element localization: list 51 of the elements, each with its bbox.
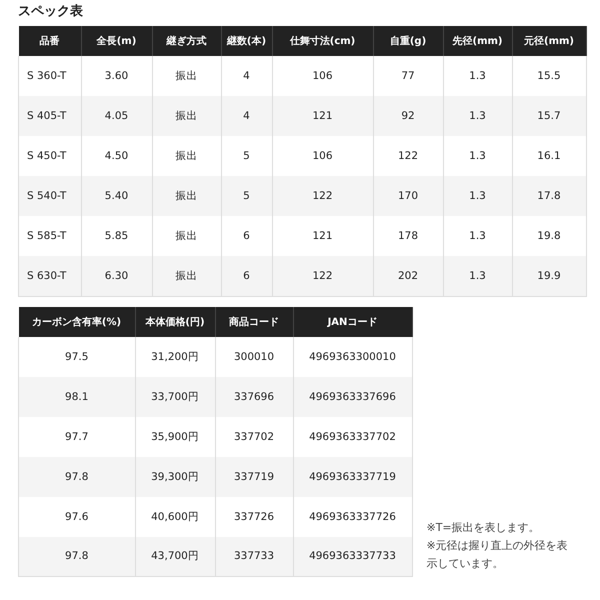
column-header: 継ぎ方式 [152,26,221,56]
table-cell: 97.8 [18,536,135,576]
table-cell: S 405-T [18,96,81,136]
column-header: 自重(g) [373,26,443,56]
table-cell: S 540-T [18,176,81,216]
table-cell: 15.7 [512,96,586,136]
table-cell: 19.9 [512,256,586,296]
table-cell: 1.3 [443,96,512,136]
table-cell: 337696 [215,376,293,416]
table-cell: 振出 [152,96,221,136]
table-cell: 17.8 [512,176,586,216]
column-header: 仕舞寸法(cm) [272,26,373,56]
table-cell: 1.3 [443,256,512,296]
section-title: スペック表 [18,4,84,21]
table-cell: 振出 [152,256,221,296]
table-cell: 337719 [215,456,293,496]
table-cell: 122 [272,256,373,296]
table-cell: 4.05 [81,96,152,136]
table-cell: 5.40 [81,176,152,216]
table-cell: 122 [272,176,373,216]
column-header: 全長(m) [81,26,152,56]
column-header: 商品コード [215,306,293,336]
table-cell: 4969363337733 [293,536,412,576]
table-cell: 4969363337696 [293,376,412,416]
table-cell: 92 [373,96,443,136]
table-cell: 4 [221,96,272,136]
table-cell: 4969363337719 [293,456,412,496]
table-cell: 5 [221,176,272,216]
column-header: 品番 [18,26,81,56]
table-cell: 6.30 [81,256,152,296]
table-cell: 33,700円 [135,376,215,416]
table-cell: 39,300円 [135,456,215,496]
column-header: 先径(mm) [443,26,512,56]
footnote: ※T=振出を表します。 [426,520,541,536]
footnote: ※元径は握り直上の外径を表示しています。 [426,538,569,572]
table-cell: 振出 [152,176,221,216]
column-header: カーボン含有率(%) [18,306,135,336]
column-header: 本体価格(円) [135,306,215,336]
table-cell: 6 [221,256,272,296]
table-cell: S 630-T [18,256,81,296]
table-cell: 43,700円 [135,536,215,576]
column-header: 元径(mm) [512,26,586,56]
table-cell: 202 [373,256,443,296]
table-cell: 170 [373,176,443,216]
column-header: 継数(本) [221,26,272,56]
table-cell: 121 [272,96,373,136]
table-cell: 337733 [215,536,293,576]
table-cell: 1.3 [443,176,512,216]
table-cell: 98.1 [18,376,135,416]
table-cell: 97.8 [18,456,135,496]
column-header: JANコード [293,306,412,336]
